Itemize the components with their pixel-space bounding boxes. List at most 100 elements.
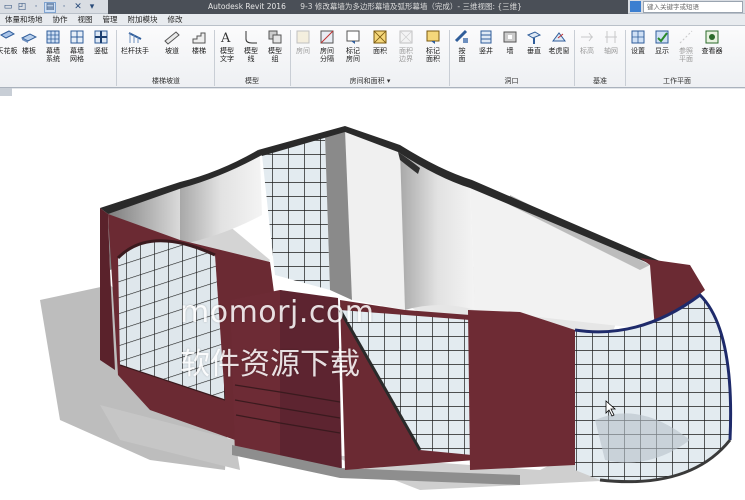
dormer-label: 老虎窗 bbox=[548, 47, 570, 55]
window-title: Autodesk Revit 2016 9-3 修改幕墙为多边形幕墙及弧形幕墙（… bbox=[108, 0, 628, 14]
tab-massing-site[interactable]: 体量和场地 bbox=[0, 14, 48, 25]
show-label: 显示 bbox=[655, 47, 669, 55]
ceiling-label: 天花板 bbox=[0, 47, 18, 55]
grid-button[interactable]: 轴网 bbox=[600, 29, 622, 73]
view-icon[interactable]: ▤ bbox=[44, 1, 56, 13]
room-button[interactable]: 房间 bbox=[292, 29, 314, 73]
curtain-system-button[interactable]: 幕墙 系统 bbox=[42, 29, 64, 73]
model-text-button[interactable]: A 模型 文字 bbox=[216, 29, 238, 73]
by-face-icon bbox=[454, 29, 470, 45]
by-face-button[interactable]: 按 面 bbox=[451, 29, 473, 73]
wall-opening-button[interactable]: 墙 bbox=[499, 29, 521, 73]
viewer-button[interactable]: 查看器 bbox=[699, 29, 725, 73]
mullion-label: 竖梃 bbox=[94, 47, 108, 55]
model-group-button[interactable]: 模型 组 bbox=[264, 29, 286, 73]
floor-button[interactable]: 楼板 bbox=[18, 29, 40, 73]
mullion-icon bbox=[93, 29, 109, 45]
dropdown-arrow-icon[interactable]: ▾ bbox=[387, 77, 391, 85]
watermark-text: 软件资源下载 bbox=[180, 347, 360, 382]
show-workplane-button[interactable]: 显示 bbox=[651, 29, 673, 73]
shaft-button[interactable]: 竖井 bbox=[475, 29, 497, 73]
area-button[interactable]: 面积 bbox=[368, 29, 392, 73]
vertical-icon bbox=[526, 29, 542, 45]
show-icon bbox=[654, 29, 670, 45]
wall-opening-icon bbox=[502, 29, 518, 45]
curtain-grid-label: 幕墙 网格 bbox=[70, 47, 84, 63]
panel-label-workplane: 工作平面 bbox=[663, 77, 691, 85]
model-text-label: 模型 文字 bbox=[220, 47, 234, 63]
svg-text:A: A bbox=[220, 31, 231, 45]
tag-area-icon bbox=[425, 29, 441, 45]
document-name: 9-3 修改幕墙为多边形幕墙及弧形幕墙（完成）- 三维视图: {三维} bbox=[300, 2, 522, 11]
panel-separator bbox=[116, 30, 117, 86]
tab-view[interactable]: 视图 bbox=[73, 14, 98, 25]
set-icon bbox=[630, 29, 646, 45]
room-icon bbox=[295, 29, 311, 45]
close-icon[interactable]: ✕ bbox=[72, 2, 84, 13]
area-boundary-button[interactable]: 面积 边界 bbox=[394, 29, 418, 73]
view-control-icon[interactable] bbox=[0, 88, 12, 96]
tag-room-label: 标记 房间 bbox=[346, 47, 360, 63]
model-group-label: 模型 组 bbox=[268, 47, 282, 63]
tag-area-label: 标记 面积 bbox=[426, 47, 440, 63]
ref-plane-icon bbox=[678, 29, 694, 45]
separator: · bbox=[34, 2, 38, 12]
stair-label: 楼梯 bbox=[192, 47, 206, 55]
ramp-label: 坡道 bbox=[165, 47, 179, 55]
tab-manage[interactable]: 管理 bbox=[98, 14, 123, 25]
search-input[interactable]: 键入关键字或短语 bbox=[643, 1, 743, 13]
wall-opening-label: 墙 bbox=[506, 47, 514, 55]
panel-separator bbox=[290, 30, 291, 86]
vertical-button[interactable]: 垂直 bbox=[523, 29, 545, 73]
separator: · bbox=[62, 2, 66, 12]
window-control-icon[interactable] bbox=[630, 1, 641, 12]
level-button[interactable]: 标高 bbox=[576, 29, 598, 73]
room-label: 房间 bbox=[296, 47, 310, 55]
tag-area-button[interactable]: 标记 面积 bbox=[420, 29, 446, 73]
inner-wall-plain bbox=[345, 130, 405, 310]
tab-modify[interactable]: 修改 bbox=[163, 14, 188, 25]
room-separator-label: 房间 分隔 bbox=[320, 47, 334, 63]
ramp-button[interactable]: 坡道 bbox=[158, 29, 186, 73]
railing-icon bbox=[127, 29, 143, 45]
model-line-icon bbox=[243, 29, 259, 45]
ref-plane-label: 参照 平面 bbox=[679, 47, 693, 63]
quick-access-toolbar: ▭ ◰ · ▤ · ✕ ▾ bbox=[0, 1, 98, 13]
viewer-icon bbox=[704, 29, 720, 45]
viewer-label: 查看器 bbox=[701, 47, 723, 55]
title-bar: ▭ ◰ · ▤ · ✕ ▾ Autodesk Revit 2016 9-3 修改… bbox=[0, 0, 745, 14]
room-separator-button[interactable]: 房间 分隔 bbox=[316, 29, 338, 73]
mullion-button[interactable]: 竖梃 bbox=[90, 29, 112, 73]
ref-plane-button[interactable]: 参照 平面 bbox=[675, 29, 697, 73]
ceiling-icon bbox=[0, 29, 15, 45]
app-name: Autodesk Revit 2016 bbox=[208, 2, 286, 11]
save-icon[interactable]: ◰ bbox=[16, 2, 28, 13]
tab-collaborate[interactable]: 协作 bbox=[48, 14, 73, 25]
dormer-icon bbox=[551, 29, 567, 45]
dormer-button[interactable]: 老虎窗 bbox=[546, 29, 572, 73]
room-separator-icon bbox=[319, 29, 335, 45]
area-boundary-label: 面积 边界 bbox=[399, 47, 413, 63]
model-group-icon bbox=[267, 29, 283, 45]
panel-label-model: 模型 bbox=[245, 77, 259, 85]
curtain-grid-button[interactable]: 幕墙 网格 bbox=[66, 29, 88, 73]
floor-label: 楼板 bbox=[22, 47, 36, 55]
open-file-icon[interactable]: ▭ bbox=[2, 2, 14, 13]
level-label: 标高 bbox=[580, 47, 594, 55]
ceiling-button[interactable]: 天花板 bbox=[0, 29, 18, 73]
set-workplane-button[interactable]: 设置 bbox=[627, 29, 649, 73]
drawing-area[interactable]: momorj.com 软件资源下载 bbox=[0, 89, 745, 500]
panel-label-datum: 基准 bbox=[593, 77, 607, 85]
stair-button[interactable]: 楼梯 bbox=[186, 29, 212, 73]
shaft-label: 竖井 bbox=[479, 47, 493, 55]
panel-separator bbox=[625, 30, 626, 86]
model-line-button[interactable]: 模型 线 bbox=[240, 29, 262, 73]
panel-label-rooms: 房间和面积 ▾ bbox=[292, 76, 448, 86]
railing-label: 栏杆扶手 bbox=[121, 47, 149, 55]
curtain-wall-center bbox=[262, 135, 330, 290]
railing-button[interactable]: 栏杆扶手 bbox=[120, 29, 150, 73]
tag-room-button[interactable]: 标记 房间 bbox=[340, 29, 366, 73]
dropdown-icon[interactable]: ▾ bbox=[86, 2, 98, 13]
tab-addins[interactable]: 附加模块 bbox=[123, 14, 163, 25]
set-label: 设置 bbox=[631, 47, 645, 55]
